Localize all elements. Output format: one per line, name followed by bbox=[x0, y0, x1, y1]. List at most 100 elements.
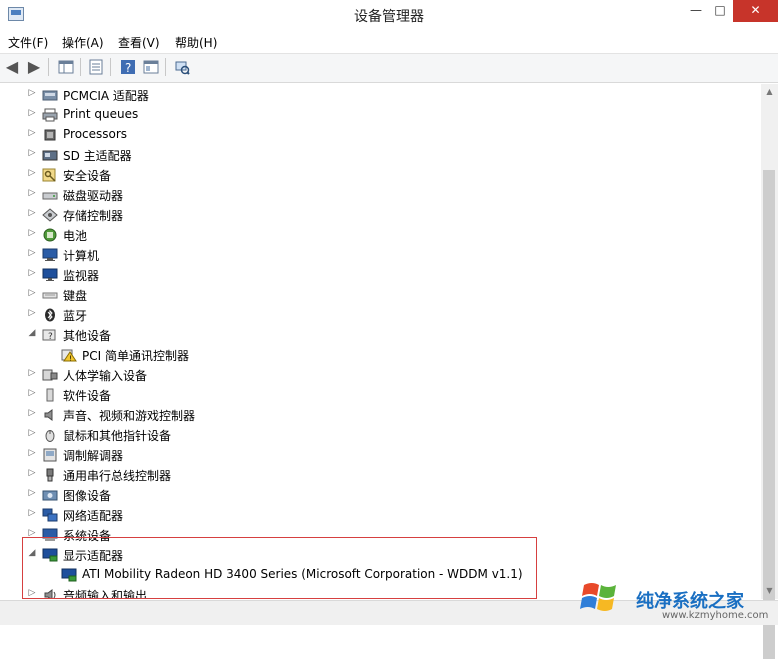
show-hide-console-tree-icon[interactable] bbox=[58, 59, 74, 75]
hid-icon bbox=[42, 368, 58, 382]
back-arrow-icon[interactable]: ◀ bbox=[4, 59, 20, 75]
tree-category-node[interactable]: ◢? 其他设备 bbox=[21, 325, 761, 345]
expand-arrow-icon[interactable]: ▷ bbox=[27, 368, 37, 378]
vertical-scrollbar[interactable]: ▲ ▼ bbox=[761, 84, 778, 659]
tree-category-node[interactable]: ▷ 安全设备 bbox=[21, 165, 761, 185]
scroll-up-arrow-icon[interactable]: ▲ bbox=[761, 84, 778, 100]
usb-icon bbox=[42, 468, 58, 482]
tree-category-node[interactable]: ▷ 人体学输入设备 bbox=[21, 365, 761, 385]
mouse-icon bbox=[42, 428, 58, 442]
software-device-icon bbox=[42, 388, 58, 402]
bluetooth-icon bbox=[42, 308, 58, 322]
expand-arrow-icon[interactable]: ▷ bbox=[27, 268, 37, 278]
expand-arrow-icon[interactable]: ▷ bbox=[27, 208, 37, 218]
toolbar: ◀ ▶ ? bbox=[0, 53, 778, 83]
network-adapter-icon bbox=[42, 508, 58, 522]
expand-arrow-icon[interactable]: ▷ bbox=[27, 148, 37, 158]
tree-category-node[interactable]: ▷ 电池 bbox=[21, 225, 761, 245]
tree-device-node[interactable]: ! PCI 简单通讯控制器 bbox=[21, 345, 761, 365]
tree-node-label: PCMCIA 适配器 bbox=[63, 89, 149, 103]
expand-arrow-icon[interactable]: ▷ bbox=[27, 188, 37, 198]
expand-arrow-icon[interactable]: ▷ bbox=[27, 308, 37, 318]
tree-category-node[interactable]: ▷ 鼠标和其他指针设备 bbox=[21, 425, 761, 445]
tree-node-label: 人体学输入设备 bbox=[63, 369, 148, 383]
collapse-arrow-icon[interactable]: ◢ bbox=[27, 328, 37, 338]
windows-logo-icon bbox=[580, 583, 616, 611]
expand-arrow-icon[interactable]: ▷ bbox=[27, 488, 37, 498]
tree-category-node[interactable]: ▷ 键盘 bbox=[21, 285, 761, 305]
forward-arrow-icon[interactable]: ▶ bbox=[26, 59, 42, 75]
tree-node-label: PCI 简单通讯控制器 bbox=[82, 349, 189, 363]
tree-category-node[interactable]: ▷ 声音、视频和游戏控制器 bbox=[21, 405, 761, 425]
tree-category-node[interactable]: ▷ 图像设备 bbox=[21, 485, 761, 505]
expand-arrow-icon[interactable]: ▷ bbox=[27, 508, 37, 518]
window-title: 设备管理器 bbox=[354, 9, 424, 25]
pcmcia-icon bbox=[42, 88, 58, 102]
expand-arrow-icon[interactable]: ▷ bbox=[27, 128, 37, 138]
expand-arrow-icon[interactable]: ▷ bbox=[27, 408, 37, 418]
expand-arrow-icon[interactable]: ▷ bbox=[27, 288, 37, 298]
tree-category-node[interactable]: ▷ 监视器 bbox=[21, 265, 761, 285]
tree-node-label: 蓝牙 bbox=[63, 309, 88, 323]
disk-drive-icon bbox=[42, 188, 58, 202]
modem-icon bbox=[42, 448, 58, 462]
menu-action[interactable]: 操作(A) bbox=[62, 34, 104, 51]
expand-arrow-icon[interactable]: ▷ bbox=[27, 168, 37, 178]
tree-category-node[interactable]: ▷ Print queues bbox=[21, 105, 761, 125]
device-tree: ▷ PCMCIA 适配器 ▷ Print queues ▷ Processors ▷ SD 主… bbox=[21, 84, 761, 599]
expand-arrow-icon[interactable]: ▷ bbox=[27, 108, 37, 118]
tree-node-label: 软件设备 bbox=[63, 389, 112, 403]
tree-node-label: SD 主适配器 bbox=[63, 149, 132, 163]
key-icon bbox=[42, 168, 58, 182]
tree-node-label: 图像设备 bbox=[63, 489, 112, 503]
expand-arrow-icon[interactable]: ▷ bbox=[27, 248, 37, 258]
tree-category-node[interactable]: ▷ 调制解调器 bbox=[21, 445, 761, 465]
monitor-icon bbox=[42, 268, 58, 282]
help-icon[interactable]: ? bbox=[120, 59, 136, 75]
menu-view[interactable]: 查看(V) bbox=[118, 34, 160, 51]
tree-category-node[interactable]: ▷ 蓝牙 bbox=[21, 305, 761, 325]
properties-icon[interactable] bbox=[88, 59, 104, 75]
watermark: 纯净系统之家 www.kzmyhome.com bbox=[580, 575, 778, 624]
svg-text:?: ? bbox=[125, 61, 131, 75]
tree-node-label: 键盘 bbox=[63, 289, 88, 303]
svg-text:!: ! bbox=[69, 355, 72, 363]
console-view-icon[interactable] bbox=[143, 59, 159, 75]
close-button[interactable]: ✕ bbox=[733, 0, 778, 22]
expand-arrow-icon[interactable]: ▷ bbox=[27, 228, 37, 238]
printer-icon bbox=[42, 108, 58, 122]
expand-arrow-icon[interactable]: ▷ bbox=[27, 88, 37, 98]
expand-arrow-icon[interactable]: ▷ bbox=[27, 428, 37, 438]
toolbar-separator bbox=[110, 58, 111, 76]
tree-category-node[interactable]: ▷ 磁盘驱动器 bbox=[21, 185, 761, 205]
computer-icon bbox=[42, 248, 58, 262]
tree-node-label: 电池 bbox=[63, 229, 88, 243]
toolbar-separator bbox=[165, 58, 166, 76]
tree-category-node[interactable]: ▷ 计算机 bbox=[21, 245, 761, 265]
expand-arrow-icon[interactable]: ▷ bbox=[27, 388, 37, 398]
tree-node-label: 其他设备 bbox=[63, 329, 112, 343]
tree-category-node[interactable]: ▷ SD 主适配器 bbox=[21, 145, 761, 165]
maximize-button[interactable]: □ bbox=[704, 0, 736, 22]
tree-category-node[interactable]: ▷ 网络适配器 bbox=[21, 505, 761, 525]
tree-category-node[interactable]: ▷ 软件设备 bbox=[21, 385, 761, 405]
tree-category-node[interactable]: ▷ PCMCIA 适配器 bbox=[21, 85, 761, 105]
menu-file[interactable]: 文件(F) bbox=[8, 34, 48, 51]
expand-arrow-icon[interactable]: ▷ bbox=[27, 468, 37, 478]
menu-help[interactable]: 帮助(H) bbox=[175, 34, 217, 51]
tree-node-label: 计算机 bbox=[63, 249, 100, 263]
keyboard-icon bbox=[42, 288, 58, 302]
tree-category-node[interactable]: ▷ 存储控制器 bbox=[21, 205, 761, 225]
expand-arrow-icon[interactable]: ▷ bbox=[27, 448, 37, 458]
tree-category-node[interactable]: ▷ 通用串行总线控制器 bbox=[21, 465, 761, 485]
scan-hardware-changes-icon[interactable] bbox=[174, 59, 190, 75]
watermark-url: www.kzmyhome.com bbox=[662, 610, 769, 621]
tree-node-label: 安全设备 bbox=[63, 169, 112, 183]
toolbar-separator bbox=[48, 58, 49, 76]
tree-category-node[interactable]: ▷ Processors bbox=[21, 125, 761, 145]
highlight-box bbox=[22, 537, 537, 599]
battery-icon bbox=[42, 228, 58, 242]
tree-node-label: Processors bbox=[63, 127, 128, 141]
processor-icon bbox=[42, 128, 58, 142]
tree-node-label: 鼠标和其他指针设备 bbox=[63, 429, 172, 443]
